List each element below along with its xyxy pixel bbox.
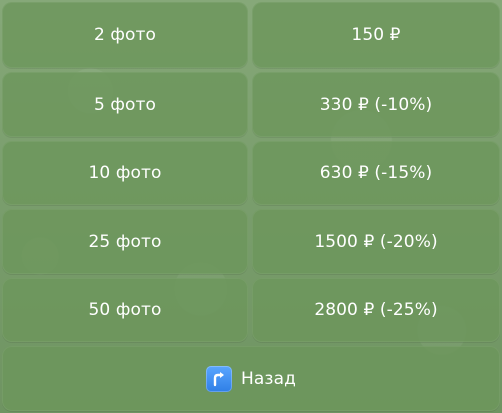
photo-count-label: 50 фото	[88, 300, 162, 320]
option-5-photos-button[interactable]: 5 фото	[2, 72, 248, 137]
inline-keyboard: 2 фото 150 ₽ 5 фото 330 ₽ (-10%) 10 фото…	[2, 2, 500, 411]
option-25-photos-button[interactable]: 25 фото	[2, 209, 248, 274]
back-button[interactable]: Назад	[2, 346, 500, 411]
price-label: 630 ₽ (-15%)	[319, 163, 433, 183]
price-150-button[interactable]: 150 ₽	[252, 2, 500, 68]
option-50-photos-button[interactable]: 50 фото	[2, 278, 248, 342]
option-2-photos-button[interactable]: 2 фото	[2, 2, 248, 68]
photo-count-label: 5 фото	[93, 94, 157, 115]
price-label: 330 ₽ (-10%)	[319, 94, 433, 115]
price-label: 2800 ₽ (-25%)	[314, 300, 438, 320]
photo-count-label: 2 фото	[93, 25, 157, 45]
arrow-up-right-icon	[206, 365, 233, 392]
option-10-photos-button[interactable]: 10 фото	[2, 141, 248, 205]
price-label: 150 ₽	[351, 25, 401, 45]
price-2800-button[interactable]: 2800 ₽ (-25%)	[252, 278, 500, 342]
price-330-button[interactable]: 330 ₽ (-10%)	[252, 72, 500, 137]
photo-count-label: 10 фото	[88, 163, 162, 183]
back-label: Назад	[241, 368, 296, 389]
price-label: 1500 ₽ (-20%)	[314, 231, 438, 252]
price-630-button[interactable]: 630 ₽ (-15%)	[252, 141, 500, 205]
price-1500-button[interactable]: 1500 ₽ (-20%)	[252, 209, 500, 274]
photo-count-label: 25 фото	[88, 231, 162, 252]
